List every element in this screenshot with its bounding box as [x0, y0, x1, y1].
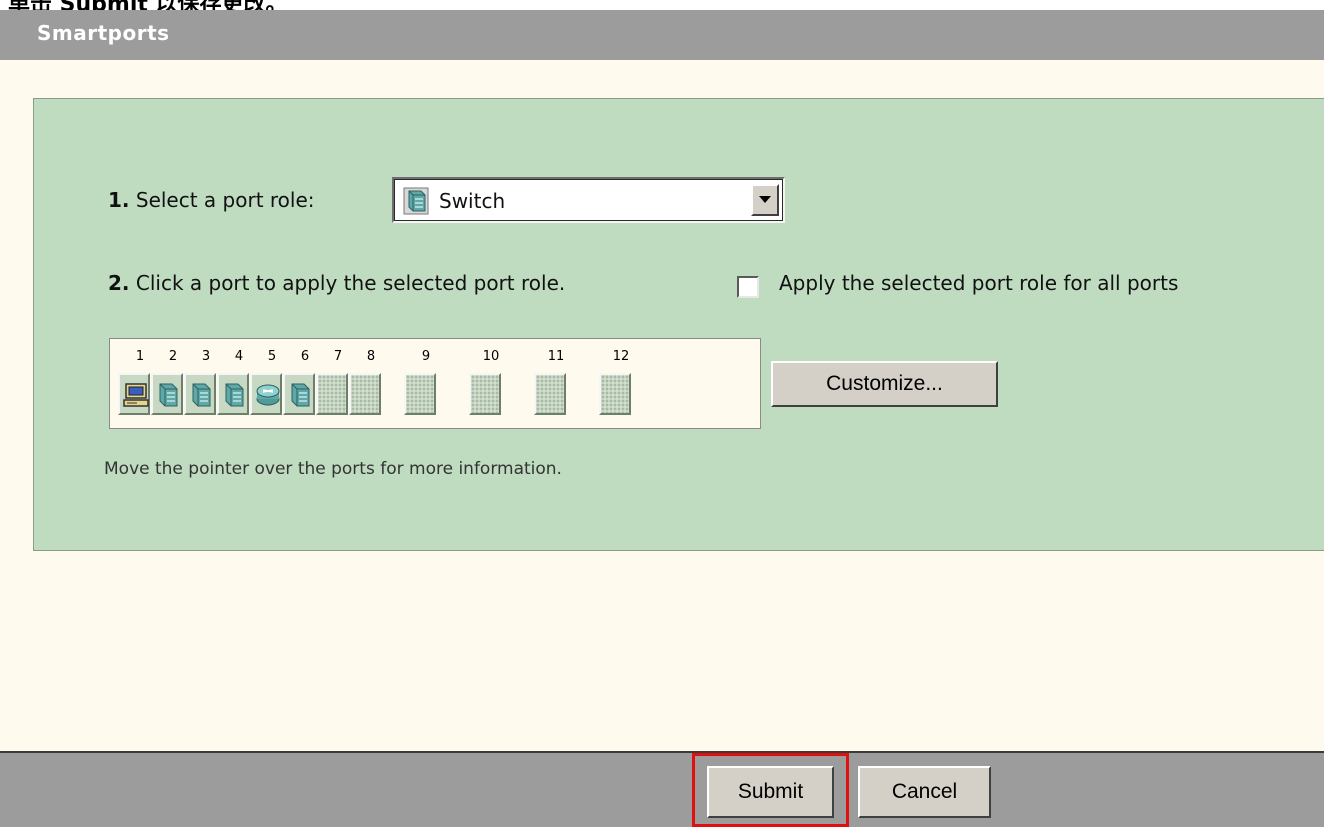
- port-number: 6: [300, 349, 310, 364]
- hint-text: Move the pointer over the ports for more…: [104, 459, 562, 479]
- port-number: 12: [612, 349, 630, 364]
- port-number: 11: [547, 349, 565, 364]
- port-number: 4: [234, 349, 244, 364]
- port-number: 10: [482, 349, 500, 364]
- page-caption: 单击 Submit 以保存更改。: [0, 0, 1324, 10]
- port-10[interactable]: [469, 373, 501, 415]
- port-role-select[interactable]: Switch: [392, 177, 785, 223]
- page-title: Smartports: [37, 21, 170, 45]
- port-5[interactable]: [250, 373, 282, 415]
- port-3[interactable]: [184, 373, 216, 415]
- footer-bar: [0, 751, 1324, 827]
- port-number: 8: [366, 349, 376, 364]
- step1-label: 1. Select a port role:: [108, 188, 315, 212]
- port-number: 5: [267, 349, 277, 364]
- step1-text: Select a port role:: [129, 188, 315, 212]
- apply-all-checkbox[interactable]: [737, 276, 759, 298]
- title-bar: Smartports: [0, 10, 1324, 60]
- submit-button[interactable]: Submit: [707, 766, 834, 818]
- dropdown-button[interactable]: [751, 184, 779, 216]
- port-number: 7: [333, 349, 343, 364]
- port-12[interactable]: [599, 373, 631, 415]
- cancel-button[interactable]: Cancel: [858, 766, 991, 818]
- port-role-value: Switch: [439, 189, 506, 213]
- desktop-icon: [123, 383, 149, 407]
- step2-number: 2.: [108, 271, 130, 295]
- port-8[interactable]: [349, 373, 381, 415]
- switch-icon: [192, 383, 211, 407]
- smartports-panel: [33, 98, 1324, 551]
- switch-icon: [403, 187, 429, 215]
- port-7[interactable]: [316, 373, 348, 415]
- port-number: 2: [168, 349, 178, 364]
- port-1[interactable]: [118, 373, 150, 415]
- switch-icon: [291, 383, 310, 407]
- caption-text: 单击 Submit 以保存更改。: [8, 0, 288, 10]
- port-6[interactable]: [283, 373, 315, 415]
- switch-icon: [159, 383, 178, 407]
- port-number: 3: [201, 349, 211, 364]
- step2-text: Click a port to apply the selected port …: [129, 271, 566, 295]
- chevron-down-icon: [759, 196, 771, 203]
- step2-label: 2. Click a port to apply the selected po…: [108, 271, 565, 295]
- router-icon: [256, 384, 280, 406]
- port-number: 1: [135, 349, 145, 364]
- step1-number: 1.: [108, 188, 130, 212]
- port-11[interactable]: [534, 373, 566, 415]
- port-4[interactable]: [217, 373, 249, 415]
- port-2[interactable]: [151, 373, 183, 415]
- switch-icon: [225, 383, 244, 407]
- customize-button[interactable]: Customize...: [771, 361, 998, 407]
- apply-all-label: Apply the selected port role for all por…: [779, 271, 1179, 295]
- port-number: 9: [421, 349, 431, 364]
- port-9[interactable]: [404, 373, 436, 415]
